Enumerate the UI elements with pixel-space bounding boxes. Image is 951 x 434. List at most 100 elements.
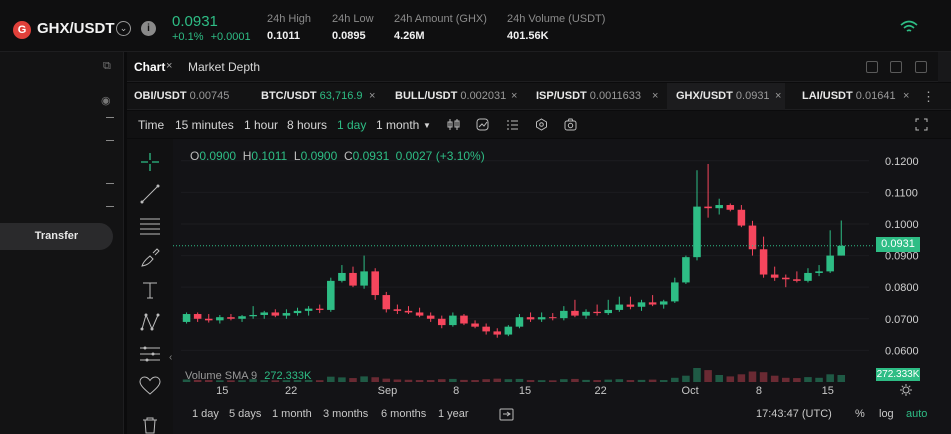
tf-8h[interactable]: 8 hours [287,118,327,132]
close-icon[interactable]: × [369,83,375,110]
tab-menu-icon[interactable]: ⋮ [922,83,942,110]
stat-24h-amount: 24h Amount (GHX) 4.26M [394,13,487,42]
close-icon[interactable]: × [511,83,517,110]
crosshair-icon[interactable] [139,151,161,173]
tf-1h[interactable]: 1 hour [244,118,278,132]
x-tick-label: 8 [756,385,762,397]
candle-body [782,277,790,280]
indicators-icon[interactable] [476,118,489,131]
chevron-down-icon[interactable]: ⌄ [116,21,131,36]
x-tick-label: 15 [822,385,834,397]
range-1y[interactable]: 1 year [438,408,469,420]
candlestick-chart[interactable]: 0.1200 0.1100 0.1000 0.0900 0.0800 0.0700 0.06… [173,139,951,400]
tf-15m[interactable]: 15 minutes [175,118,234,132]
window-icon[interactable] [890,61,902,73]
hidden-value [106,140,114,141]
candle-body [560,310,568,319]
pattern-icon[interactable] [139,311,161,333]
volume-bar [682,375,690,382]
y-tick-label: 0.0900 [885,251,919,263]
candle-body [726,205,735,210]
fullscreen-icon[interactable] [915,118,928,131]
coin-logo-icon: G [13,21,31,39]
popout-icon[interactable] [915,61,927,73]
brush-icon[interactable] [139,247,161,269]
chart-area[interactable]: 0.1200 0.1100 0.1000 0.0900 0.0800 0.0700 0.06… [173,139,951,434]
close-icon[interactable]: × [166,60,172,72]
range-1m[interactable]: 1 month [272,408,312,420]
candle-body [304,308,313,311]
favorite-heart-icon[interactable] [139,375,161,397]
popout-icon[interactable]: ⧉ [103,60,111,73]
close-icon[interactable]: × [903,83,909,110]
volume-bar [693,368,701,382]
text-icon[interactable] [139,279,161,301]
tab-market-depth[interactable]: Market Depth [188,60,260,74]
pair-tab-btc[interactable]: BTC/USDT 63,716.9 × [261,83,381,110]
candle-body [637,302,646,307]
volume-bar [382,378,391,382]
change-percent: +0.1% [172,31,204,43]
tf-1m[interactable]: 1 month [376,118,419,132]
camera-icon[interactable] [564,118,577,131]
pair-tab-ghx[interactable]: GHX/USDT 0.0931 × [667,83,785,110]
trash-icon[interactable] [139,416,161,434]
volume-bar [404,379,413,382]
log-toggle[interactable]: log [879,408,894,420]
volume-bar [560,379,568,382]
close-icon[interactable]: × [775,83,781,110]
volume-value: 272.333K [264,370,312,382]
volume-bar [815,377,823,382]
wifi-icon [900,20,918,32]
stat-24h-high: 24h High 0.1011 [267,13,311,42]
pair-tab-bull[interactable]: BULL/USDT 0.002031 × [395,83,525,110]
hidden-value [106,206,114,207]
volume-bar [426,380,435,382]
y-tick-label: 0.1200 [885,156,919,168]
volume-bar [360,376,368,382]
candle-body [737,209,746,226]
candle-body [804,272,812,281]
x-tick-label: 8 [453,385,459,397]
gear-icon[interactable] [899,383,913,397]
candle-body [582,311,590,316]
settings-icon[interactable] [535,118,548,131]
pair-price: 0.01641 [855,90,896,102]
candle-body [238,316,246,319]
pair-tab-isp[interactable]: ISP/USDT 0.0011633 × [536,83,661,110]
candles-icon[interactable] [447,118,460,131]
candle-body [571,310,579,316]
trend-line-icon[interactable] [139,183,161,205]
percent-toggle[interactable]: % [855,408,865,420]
x-tick-label: 15 [519,385,531,397]
pair-tab-obi[interactable]: OBI/USDT 0.00745 [134,83,254,110]
measure-icon[interactable] [139,343,161,365]
tf-1d[interactable]: 1 day [337,118,366,132]
auto-toggle[interactable]: auto [906,408,927,420]
close-icon[interactable]: × [652,83,658,110]
chart-toolbar: Time 15 minutes 1 hour 8 hours 1 day 1 m… [127,111,951,138]
range-1d[interactable]: 1 day [192,408,219,420]
stat-label: 24h Low [332,13,374,25]
collapse-icon[interactable]: ‹ [169,352,172,363]
pair-tab-lai[interactable]: LAI/USDT 0.01641 × [802,83,922,110]
tab-chart[interactable]: Chart [134,60,165,74]
chevron-down-icon[interactable]: ▼ [423,121,431,130]
tf-time[interactable]: Time [138,118,164,132]
list-icon[interactable] [506,118,519,131]
range-6m[interactable]: 6 months [381,408,426,420]
transfer-button[interactable]: Transfer [0,223,113,250]
range-5d[interactable]: 5 days [229,408,261,420]
layout-icon[interactable] [866,61,878,73]
horizontal-lines-icon[interactable] [139,215,161,237]
candle-body [482,326,490,332]
pair-title[interactable]: GHX/USDT [37,20,115,37]
date-range-icon[interactable] [499,407,514,421]
info-icon[interactable]: i [141,21,156,36]
range-3m[interactable]: 3 months [323,408,368,420]
candle-body [837,245,846,256]
volume-bar [315,380,324,382]
eye-icon[interactable]: ◉ [101,94,111,107]
y-tick-label: 0.1100 [885,187,918,199]
ohlc-change: 0.0027 (+3.10%) [395,149,485,163]
